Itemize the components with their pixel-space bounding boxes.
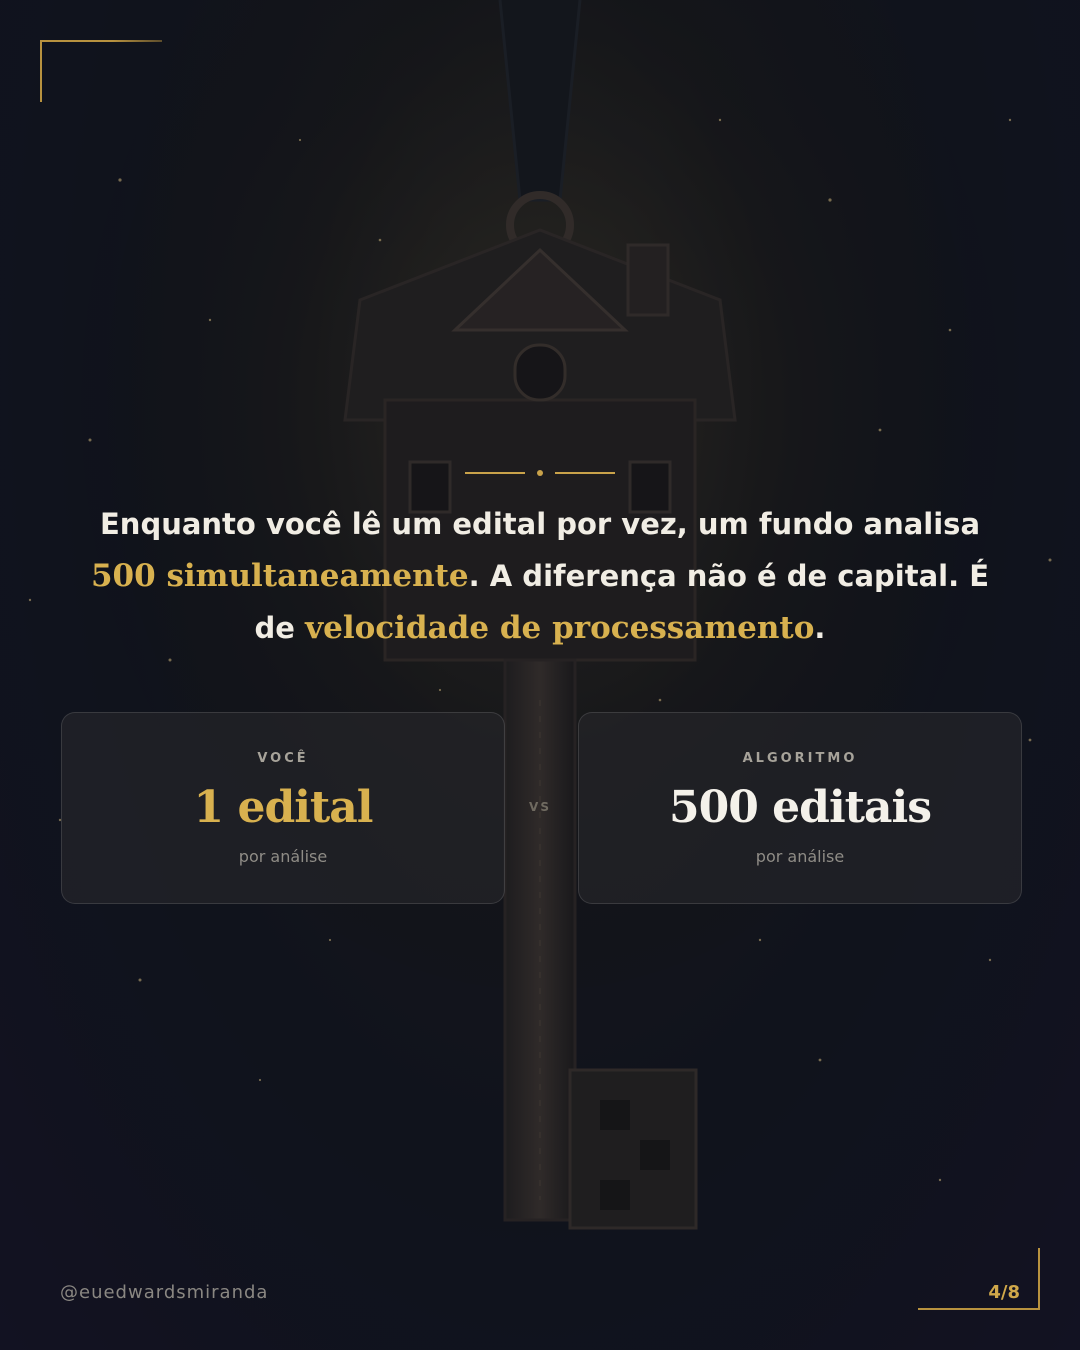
headline-text-1: Enquanto você lê um edital por vez, um f… (99, 507, 981, 541)
card-value: 1 edital (193, 782, 374, 833)
headline-text-3: . (814, 611, 826, 645)
headline: Enquanto você lê um edital por vez, um f… (70, 498, 1010, 654)
headline-highlight-2: velocidade de processamento (305, 610, 815, 646)
page-indicator: 4/8 (988, 1282, 1020, 1303)
card-label: ALGORITMO (742, 751, 858, 766)
divider-ornament (465, 466, 615, 480)
card-label: VOCÊ (257, 751, 309, 766)
author-handle: @euedwardsmiranda (60, 1282, 269, 1303)
house-key-illustration (0, 0, 1080, 1350)
divider-line-left (465, 472, 525, 474)
card-caption: por análise (755, 847, 845, 866)
versus-label: VS (529, 800, 551, 814)
headline-highlight-1: 500 simultaneamente (90, 558, 469, 594)
card-caption: por análise (238, 847, 328, 866)
divider-line-right (555, 472, 615, 474)
card-value: 500 editais (669, 782, 932, 833)
corner-frame-top-left (40, 40, 162, 102)
corner-frame-bottom-right (918, 1248, 1040, 1310)
divider-dot (537, 470, 543, 476)
comparison-card-algorithm: ALGORITMO 500 editais por análise (578, 712, 1022, 904)
comparison-card-you: VOCÊ 1 edital por análise (61, 712, 505, 904)
